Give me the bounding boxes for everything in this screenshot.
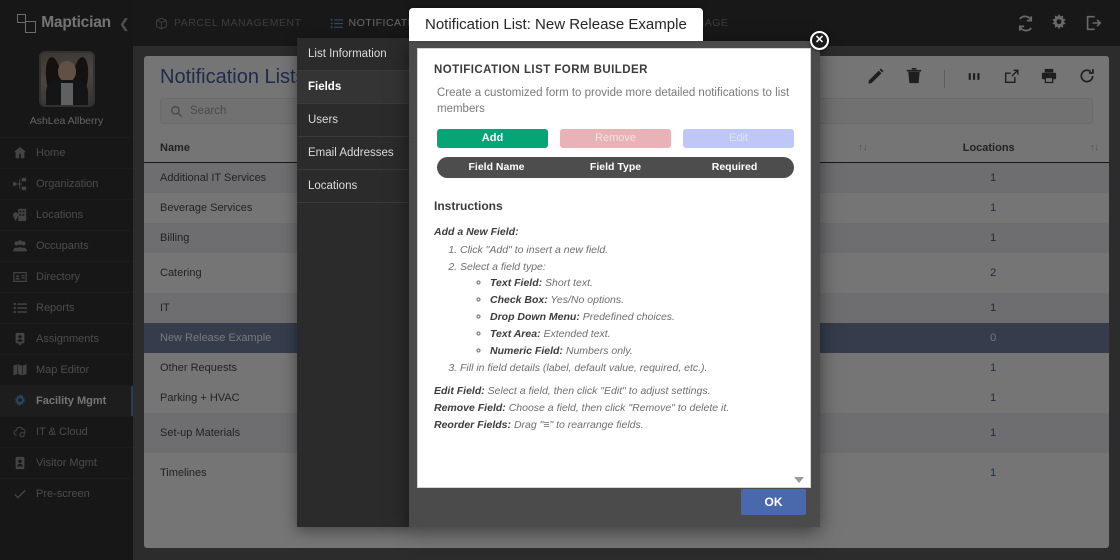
add-field-button[interactable]: Add [437, 129, 548, 148]
instructions-add-heading: Add a New Field: [434, 225, 794, 241]
grid-header-field-type: Field Type [556, 161, 675, 173]
modal-body: NOTIFICATION LIST FORM BUILDER Create a … [409, 41, 820, 527]
fields-grid-header: Field Name Field Type Required [437, 157, 794, 178]
instruction-remove-field: Remove Field: Choose a field, then click… [434, 401, 794, 417]
modal-tab-rail: List Information Fields Users Email Addr… [297, 38, 411, 527]
ok-button[interactable]: OK [741, 489, 806, 515]
close-circle-icon[interactable]: ✕ [810, 31, 829, 50]
modal-title: Notification List: New Release Example [409, 8, 703, 41]
field-type-item: Check Box: Yes/No options. [490, 293, 794, 309]
instruction-step: Fill in field details (label, default va… [460, 361, 794, 377]
instructions-title: Instructions [434, 199, 794, 213]
tab-users[interactable]: Users [297, 104, 411, 137]
tab-list-information[interactable]: List Information [297, 38, 411, 71]
field-type-item: Text Area: Extended text. [490, 327, 794, 343]
form-builder-heading: NOTIFICATION LIST FORM BUILDER [434, 64, 794, 76]
remove-field-button[interactable]: Remove [560, 129, 671, 148]
grid-header-field-name: Field Name [437, 161, 556, 173]
notification-list-modal: List Information Fields Users Email Addr… [0, 0, 1120, 560]
field-type-item: Text Field: Short text. [490, 276, 794, 292]
edit-field-button[interactable]: Edit [683, 129, 794, 148]
instructions-tail: Edit Field: Select a field, then click "… [434, 384, 794, 434]
tab-locations[interactable]: Locations [297, 170, 411, 203]
application-window: Maptician ❮ AshLea Allberry Home Organiz… [0, 0, 1120, 560]
grid-header-required: Required [675, 161, 794, 173]
form-builder-description: Create a customized form to provide more… [434, 85, 794, 118]
scroll-down-arrow-icon[interactable] [794, 477, 804, 483]
tab-fields[interactable]: Fields [297, 71, 411, 104]
tab-email-addresses[interactable]: Email Addresses [297, 137, 411, 170]
instruction-step: Click "Add" to insert a new field. [460, 243, 794, 259]
instruction-step: Select a field type: [460, 260, 794, 276]
field-type-list: Text Field: Short text. Check Box: Yes/N… [490, 276, 794, 360]
field-type-item: Drop Down Menu: Predefined choices. [490, 310, 794, 326]
form-builder-panel: NOTIFICATION LIST FORM BUILDER Create a … [417, 48, 811, 488]
field-action-buttons: Add Remove Edit [434, 129, 794, 148]
instruction-edit-field: Edit Field: Select a field, then click "… [434, 384, 794, 400]
instruction-reorder-fields: Reorder Fields: Drag "≡" to rearrange fi… [434, 418, 794, 434]
instructions-steps: Click "Add" to insert a new field. Selec… [460, 243, 794, 377]
field-type-item: Numeric Field: Numbers only. [490, 344, 794, 360]
instructions-body: Add a New Field: Click "Add" to insert a… [434, 225, 794, 434]
